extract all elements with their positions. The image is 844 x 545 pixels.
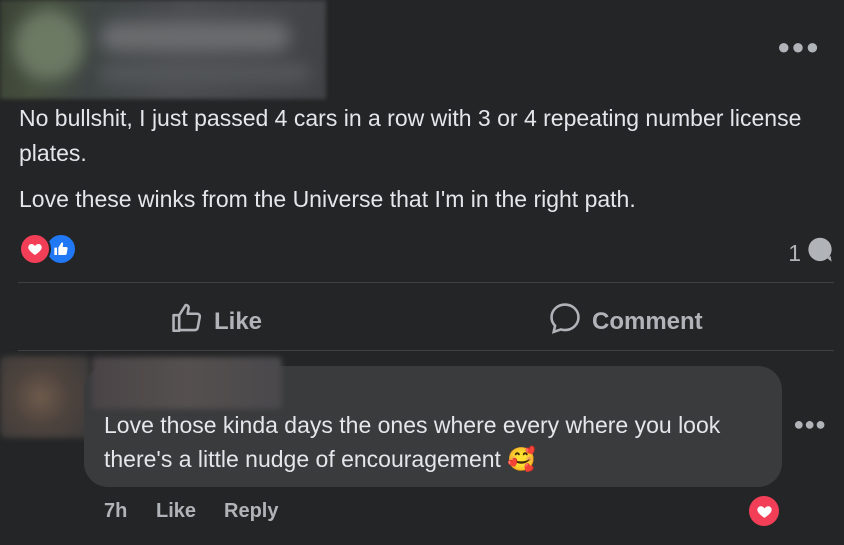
thumbs-up-icon — [170, 301, 204, 342]
post-body: No bullshit, I just passed 4 cars in a r… — [19, 101, 819, 217]
comment-reply-link[interactable]: Reply — [224, 500, 278, 523]
comment-button-label: Comment — [592, 307, 703, 335]
post-paragraph: Love these winks from the Universe that … — [19, 186, 636, 212]
comment-count-value: 1 — [788, 239, 801, 266]
comment-button[interactable]: Comment — [548, 301, 703, 342]
comment-icon — [548, 301, 582, 342]
like-button[interactable]: Like — [170, 301, 262, 342]
comment-love-reaction-icon[interactable] — [749, 496, 779, 526]
love-reaction-icon — [19, 233, 51, 265]
post-author-header[interactable] — [0, 0, 326, 99]
comment-body: Love those kinda days the ones where eve… — [104, 412, 721, 472]
commenter-name[interactable] — [92, 357, 282, 409]
commenter-avatar[interactable] — [0, 356, 90, 438]
divider — [18, 282, 834, 283]
more-options-icon[interactable]: ●●● — [777, 34, 820, 60]
like-button-label: Like — [214, 307, 263, 335]
comment-count[interactable]: 1 — [788, 236, 834, 270]
divider — [18, 350, 834, 351]
reaction-summary[interactable] — [19, 233, 77, 265]
comment-bubble-icon — [806, 236, 834, 270]
comment-like-link[interactable]: Like — [156, 500, 196, 523]
comment-timestamp[interactable]: 7h — [104, 500, 127, 523]
comment-text: Love those kinda days the ones where eve… — [104, 408, 764, 476]
post-paragraph: No bullshit, I just passed 4 cars in a r… — [19, 105, 802, 166]
comment-more-options-icon[interactable]: ●●● — [793, 414, 826, 435]
smiling-face-with-hearts-icon: 🥰 — [507, 446, 536, 472]
